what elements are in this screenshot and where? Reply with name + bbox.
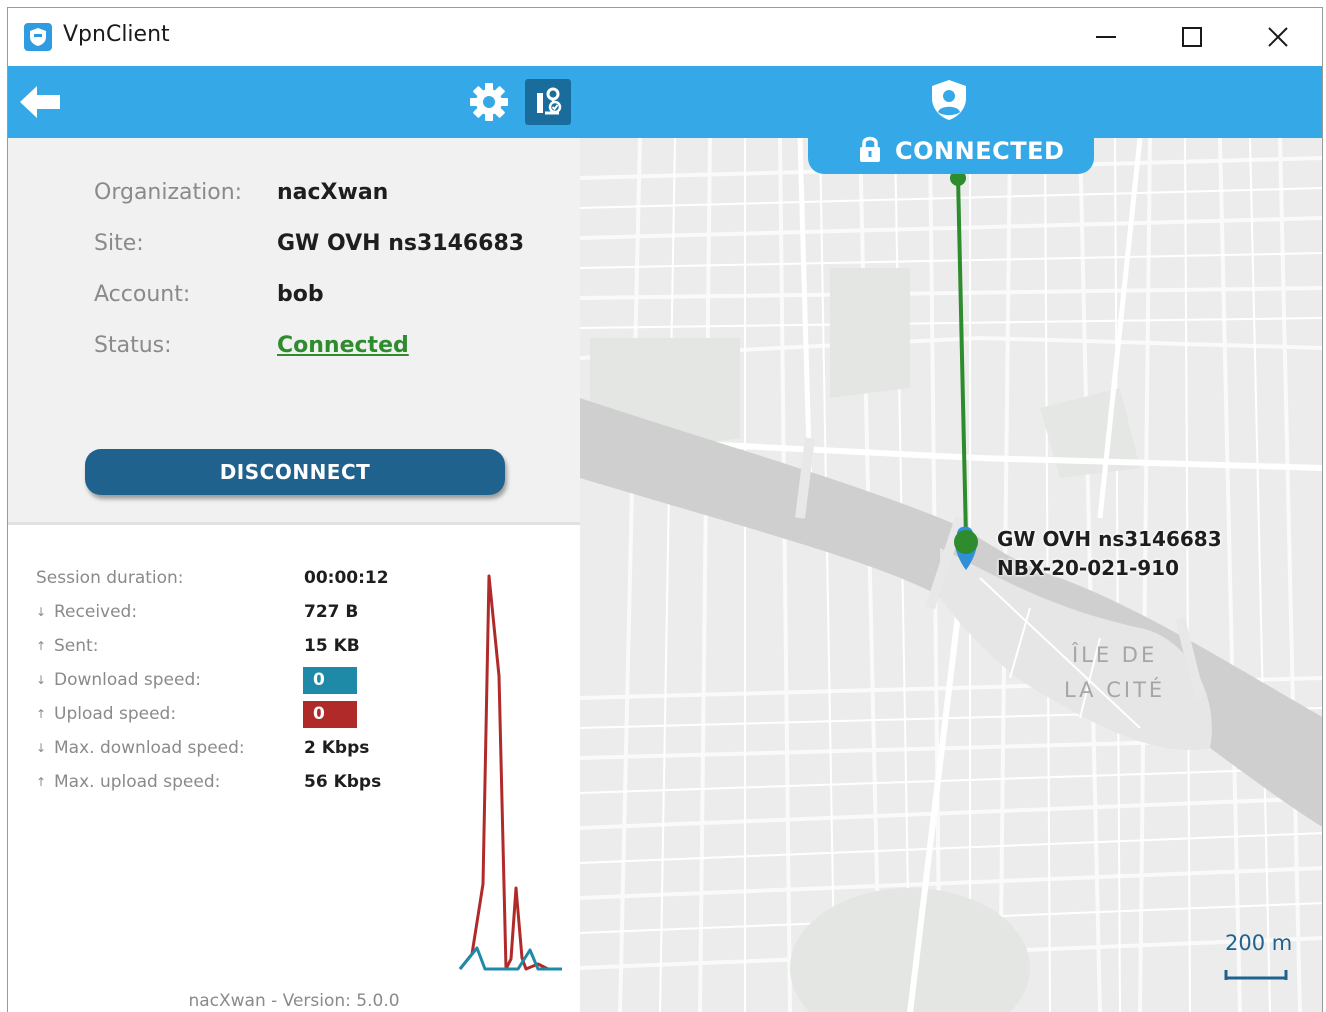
site-marker-name: GW OVH ns3146683 — [997, 527, 1222, 551]
max-download-value: 2 Kbps — [304, 738, 370, 758]
session-duration-value: 00:00:12 — [304, 568, 389, 588]
app-shield-icon — [24, 23, 52, 51]
map-pin-icon — [537, 87, 562, 115]
download-speed-badge: 0 bps — [303, 667, 358, 717]
title-bar: VpnClient — [8, 8, 1322, 66]
upload-traffic-line — [458, 574, 562, 971]
received-label: Received: — [54, 602, 138, 622]
window-title: VpnClient — [63, 22, 170, 47]
app-window: VpnClient Organization: nacXwan Site: GW… — [7, 7, 1323, 1012]
site-value: GW OVH ns3146683 — [277, 231, 525, 256]
down-arrow-icon: ↓ — [36, 605, 47, 619]
maximize-icon — [1182, 27, 1202, 47]
connection-status-tab: CONNECTED — [808, 128, 1094, 174]
upload-speed-label: Upload speed: — [54, 704, 177, 724]
up-arrow-icon: ↑ — [36, 775, 47, 789]
district-label-line1: ÎLE DE — [1071, 643, 1158, 667]
status-link[interactable]: Connected — [277, 333, 409, 358]
down-arrow-icon: ↓ — [36, 741, 47, 755]
close-button[interactable] — [1235, 8, 1321, 66]
max-upload-value: 56 Kbps — [304, 772, 382, 792]
download-speed-label: Download speed: — [54, 670, 201, 690]
up-arrow-icon: ↑ — [36, 639, 47, 653]
session-stats-panel: Session duration: 00:00:12 ↓ Received: 7… — [8, 525, 580, 1012]
site-marker-label: GW OVH ns3146683 NBX-20-021-910 — [997, 525, 1222, 583]
status-label: Status: — [94, 333, 172, 358]
back-arrow-icon — [20, 86, 60, 118]
account-value: bob — [277, 282, 324, 307]
disconnect-button[interactable]: DISCONNECT — [85, 449, 505, 495]
down-arrow-icon: ↓ — [36, 673, 47, 687]
max-download-label: Max. download speed: — [54, 738, 245, 758]
sent-value: 15 KB — [304, 636, 360, 656]
site-label: Site: — [94, 231, 144, 256]
map-view-button[interactable] — [525, 79, 571, 125]
minimize-button[interactable] — [1063, 8, 1149, 66]
session-duration-label: Session duration: — [36, 568, 184, 588]
back-button[interactable] — [17, 82, 63, 122]
site-marker-id: NBX-20-021-910 — [997, 556, 1180, 580]
connection-status-label: CONNECTED — [895, 137, 1065, 165]
district-label-line2: LA CITÉ — [1064, 678, 1166, 702]
upload-speed-badge: 0 bps — [303, 701, 358, 751]
maximize-button[interactable] — [1149, 8, 1235, 66]
lock-icon — [860, 136, 880, 162]
gear-icon — [470, 83, 508, 121]
organization-label: Organization: — [94, 180, 243, 205]
map-scale-label: 200 m — [1225, 931, 1293, 955]
toolbar — [8, 66, 1322, 138]
account-label: Account: — [94, 282, 191, 307]
district-label: ÎLE DE LA CITÉ — [1064, 638, 1165, 708]
up-arrow-icon: ↑ — [36, 707, 47, 721]
minimize-icon — [1096, 36, 1116, 38]
settings-button[interactable] — [467, 80, 511, 124]
organization-value: nacXwan — [277, 180, 389, 205]
received-value: 727 B — [304, 602, 359, 622]
connection-info-panel: Organization: nacXwan Site: GW OVH ns314… — [8, 138, 580, 522]
version-text: nacXwan - Version: 5.0.0 — [188, 991, 400, 1011]
map-scale-bar — [1224, 970, 1288, 980]
traffic-graph — [458, 574, 562, 971]
map-view[interactable]: GW OVH ns3146683 NBX-20-021-910 ÎLE DE L… — [580, 138, 1322, 1012]
max-upload-label: Max. upload speed: — [54, 772, 221, 792]
sent-label: Sent: — [54, 636, 99, 656]
vpn-shield-icon — [929, 78, 969, 122]
close-icon — [1268, 27, 1288, 47]
